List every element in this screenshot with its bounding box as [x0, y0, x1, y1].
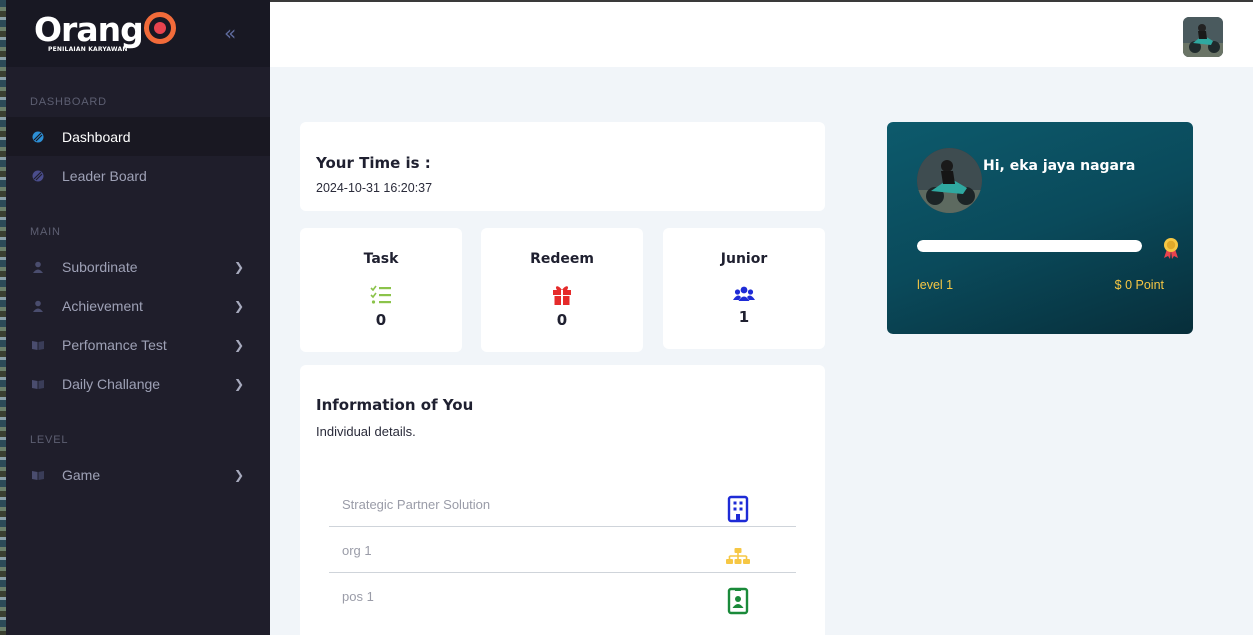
chevron-right-icon: ❯ — [234, 298, 245, 313]
sidebar-item-leader-board[interactable]: Leader Board — [6, 156, 270, 195]
user-avatar-button[interactable] — [1183, 17, 1223, 57]
chevron-right-icon: ❯ — [234, 467, 245, 482]
sidebar: Orang PENILAIAN KARYAWAN « DASHBOARD Das… — [6, 0, 270, 635]
id-badge-icon — [727, 587, 749, 615]
time-title: Your Time is : — [316, 154, 431, 172]
gift-icon — [553, 286, 571, 305]
info-row-company: Strategic Partner Solution — [329, 481, 796, 527]
chevron-right-icon: ❯ — [234, 337, 245, 352]
sidebar-item-label: Daily Challange — [62, 375, 161, 392]
stat-card-redeem[interactable]: Redeem 0 — [481, 228, 643, 352]
sidebar-item-label: Dashboard — [62, 128, 131, 145]
building-icon — [727, 495, 749, 523]
sidebar-item-label: Leader Board — [62, 167, 147, 184]
sidebar-item-label: Game — [62, 466, 101, 483]
book-icon — [32, 470, 44, 480]
info-row-organization: org 1 — [329, 527, 796, 573]
sidebar-item-label: Achievement — [62, 297, 143, 314]
chevron-right-icon: ❯ — [234, 259, 245, 274]
book-icon — [32, 379, 44, 389]
avatar-image — [917, 148, 982, 213]
stat-card-junior[interactable]: Junior 1 — [663, 228, 825, 349]
chevron-right-icon: ❯ — [234, 376, 245, 391]
profile-card: Hi, eka jaya nagara level 1 $ 0 Point — [887, 122, 1193, 334]
stat-value: 0 — [375, 311, 387, 329]
sidebar-item-performance-test[interactable]: Perfomance Test ❯ — [6, 325, 270, 364]
org-chart-icon — [726, 548, 750, 564]
avatar-image — [1183, 17, 1223, 57]
time-value: 2024-10-31 16:20:37 — [316, 181, 433, 195]
info-row-text: org 1 — [342, 543, 372, 558]
dashboard-icon — [32, 131, 44, 142]
brand-tagline: PENILAIAN KARYAWAN — [48, 46, 128, 53]
profile-avatar — [917, 148, 982, 213]
sidebar-item-daily-challenge[interactable]: Daily Challange ❯ — [6, 364, 270, 403]
stat-title: Junior — [720, 251, 768, 267]
user-icon — [33, 261, 43, 273]
level-label: level 1 — [917, 278, 954, 292]
stat-card-task[interactable]: Task 0 — [300, 228, 462, 352]
info-subtitle: Individual details. — [316, 424, 416, 439]
info-row-position: pos 1 — [329, 573, 796, 619]
book-icon — [32, 340, 44, 350]
user-icon — [33, 300, 43, 312]
profile-greeting: Hi, eka jaya nagara — [983, 158, 1136, 174]
users-icon — [733, 286, 755, 301]
info-title: Information of You — [316, 396, 474, 414]
collapse-sidebar-icon[interactable]: « — [224, 22, 236, 44]
section-label-level: LEVEL — [30, 434, 69, 446]
sidebar-item-label: Subordinate — [62, 258, 138, 275]
medal-icon — [1164, 238, 1178, 259]
stat-value: 0 — [556, 311, 568, 329]
sidebar-header: Orang PENILAIAN KARYAWAN « — [6, 0, 270, 67]
brand-logo[interactable]: Orang PENILAIAN KARYAWAN — [34, 10, 176, 53]
sidebar-item-dashboard[interactable]: Dashboard — [6, 117, 270, 156]
logo-mark-icon — [143, 12, 176, 44]
section-label-dashboard: DASHBOARD — [30, 96, 107, 108]
level-progress-fill — [917, 240, 1142, 252]
time-card: Your Time is : 2024-10-31 16:20:37 — [300, 122, 825, 211]
sidebar-item-label: Perfomance Test — [62, 336, 167, 353]
section-label-main: MAIN — [30, 226, 61, 238]
level-progress-bar — [917, 240, 1142, 252]
top-bar — [270, 0, 1253, 67]
points-label: $ 0 Point — [1114, 278, 1164, 292]
stat-title: Task — [363, 251, 399, 267]
info-row-text: pos 1 — [342, 589, 374, 604]
brand-name: Orang — [34, 10, 144, 49]
stat-value: 1 — [738, 308, 750, 326]
info-row-text: Strategic Partner Solution — [342, 497, 491, 512]
sidebar-item-game[interactable]: Game ❯ — [6, 455, 270, 494]
checklist-icon — [370, 285, 391, 304]
info-card: Information of You Individual details. S… — [300, 365, 825, 635]
stat-title: Redeem — [530, 251, 594, 267]
leaderboard-icon — [32, 170, 44, 181]
sidebar-item-subordinate[interactable]: Subordinate ❯ — [6, 247, 270, 286]
sidebar-item-achievement[interactable]: Achievement ❯ — [6, 286, 270, 325]
